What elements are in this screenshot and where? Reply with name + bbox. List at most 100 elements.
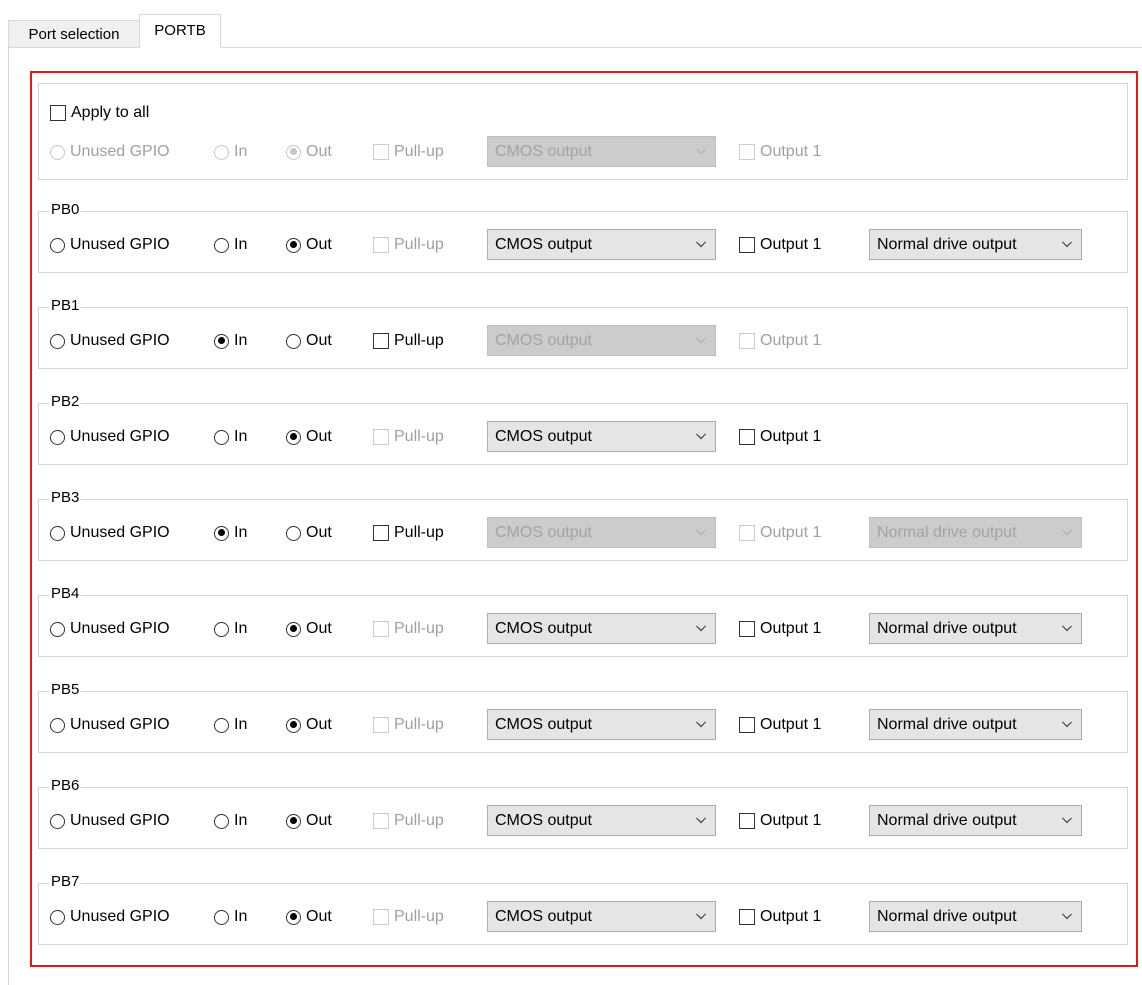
apply-output1-checkbox[interactable]: Output 1: [739, 143, 821, 161]
pin-group-pb3: PB3 Unused GPIO In Out Pull-up CMOS output Out…: [38, 489, 1128, 561]
pullup-label: Pull-up: [394, 332, 444, 349]
radio-circle: [286, 909, 301, 925]
output-type-select[interactable]: CMOS output: [487, 229, 716, 260]
out-radio[interactable]: Out: [286, 812, 332, 830]
unused-gpio-radio[interactable]: Unused GPIO: [50, 236, 170, 254]
unused-gpio-radio[interactable]: Unused GPIO: [50, 620, 170, 638]
radio-circle: [214, 525, 229, 541]
select-value: CMOS output: [495, 142, 592, 160]
pullup-checkbox[interactable]: Pull-up: [373, 428, 444, 446]
select-value: Normal drive output: [877, 619, 1017, 637]
chevron-down-icon: [696, 527, 706, 537]
in-radio[interactable]: In: [214, 332, 247, 350]
output1-checkbox[interactable]: Output 1: [739, 524, 821, 542]
output1-label: Output 1: [760, 620, 822, 637]
pin-name: PB1: [49, 297, 82, 315]
apply-all-group: Apply to all Unused GPIO In Out Pull-up …: [38, 83, 1128, 180]
out-radio[interactable]: Out: [286, 524, 332, 542]
unused-gpio-radio[interactable]: Unused GPIO: [50, 908, 170, 926]
select-value: Normal drive output: [877, 907, 1017, 925]
pin-name: PB3: [49, 489, 82, 507]
output-type-select[interactable]: CMOS output: [487, 517, 716, 548]
out-radio[interactable]: Out: [286, 716, 332, 734]
select-value: CMOS output: [495, 811, 592, 829]
out-radio[interactable]: Out: [286, 620, 332, 638]
tab-bar: Port selection PORTB: [0, 0, 1142, 48]
in-label: In: [234, 812, 248, 829]
drive-select[interactable]: Normal drive output: [869, 805, 1082, 836]
checkbox-box: [739, 621, 755, 637]
unused-gpio-radio[interactable]: Unused GPIO: [50, 332, 170, 350]
tab-port-selection[interactable]: Port selection: [8, 20, 140, 48]
pullup-label: Pull-up: [394, 620, 444, 637]
apply-pullup-checkbox[interactable]: Pull-up: [373, 143, 444, 161]
tab-portb[interactable]: PORTB: [139, 14, 221, 48]
checkbox-box: [373, 717, 389, 733]
select-value: Normal drive output: [877, 235, 1017, 253]
unused-gpio-radio[interactable]: Unused GPIO: [50, 812, 170, 830]
pullup-checkbox[interactable]: Pull-up: [373, 332, 444, 350]
output1-label: Output 1: [760, 143, 822, 160]
drive-select[interactable]: Normal drive output: [869, 613, 1082, 644]
select-value: CMOS output: [495, 619, 592, 637]
radio-circle: [214, 333, 229, 349]
in-label: In: [234, 428, 248, 445]
output1-checkbox[interactable]: Output 1: [739, 812, 821, 830]
radio-circle: [50, 429, 65, 445]
apply-in-radio[interactable]: In: [214, 143, 247, 161]
apply-output-type-select[interactable]: CMOS output: [487, 136, 716, 167]
output-type-select[interactable]: CMOS output: [487, 709, 716, 740]
in-radio[interactable]: In: [214, 716, 247, 734]
pullup-checkbox[interactable]: Pull-up: [373, 524, 444, 542]
output-type-select[interactable]: CMOS output: [487, 421, 716, 452]
output-type-select[interactable]: CMOS output: [487, 613, 716, 644]
pin-group-pb0: PB0 Unused GPIO In Out Pull-up CMOS output Out…: [38, 201, 1128, 273]
output1-checkbox[interactable]: Output 1: [739, 620, 821, 638]
pullup-checkbox[interactable]: Pull-up: [373, 716, 444, 734]
in-radio[interactable]: In: [214, 524, 247, 542]
out-radio[interactable]: Out: [286, 908, 332, 926]
drive-select[interactable]: Normal drive output: [869, 901, 1082, 932]
in-radio[interactable]: In: [214, 620, 247, 638]
output1-checkbox[interactable]: Output 1: [739, 332, 821, 350]
radio-circle: [50, 333, 65, 349]
unused-gpio-radio[interactable]: Unused GPIO: [50, 428, 170, 446]
in-radio[interactable]: In: [214, 428, 247, 446]
out-radio[interactable]: Out: [286, 236, 332, 254]
output1-checkbox[interactable]: Output 1: [739, 236, 821, 254]
output-type-select[interactable]: CMOS output: [487, 325, 716, 356]
out-radio[interactable]: Out: [286, 428, 332, 446]
output1-checkbox[interactable]: Output 1: [739, 428, 821, 446]
radio-circle: [214, 909, 229, 925]
checkbox-box: [373, 333, 389, 349]
out-radio[interactable]: Out: [286, 332, 332, 350]
checkbox-box: [373, 621, 389, 637]
in-radio[interactable]: In: [214, 236, 247, 254]
pullup-checkbox[interactable]: Pull-up: [373, 620, 444, 638]
drive-select[interactable]: Normal drive output: [869, 517, 1082, 548]
output1-checkbox[interactable]: Output 1: [739, 908, 821, 926]
out-label: Out: [306, 716, 332, 733]
unused-gpio-radio[interactable]: Unused GPIO: [50, 524, 170, 542]
in-radio[interactable]: In: [214, 812, 247, 830]
pullup-label: Pull-up: [394, 236, 444, 253]
chevron-down-icon: [1062, 911, 1072, 921]
unused-gpio-radio[interactable]: Unused GPIO: [50, 716, 170, 734]
output1-checkbox[interactable]: Output 1: [739, 716, 821, 734]
output-type-select[interactable]: CMOS output: [487, 805, 716, 836]
pin-group-pb1: PB1 Unused GPIO In Out Pull-up CMOS output Out…: [38, 297, 1128, 369]
pullup-checkbox[interactable]: Pull-up: [373, 908, 444, 926]
drive-select[interactable]: Normal drive output: [869, 229, 1082, 260]
apply-to-all-checkbox[interactable]: Apply to all: [50, 104, 149, 122]
in-radio[interactable]: In: [214, 908, 247, 926]
apply-out-radio[interactable]: Out: [286, 143, 332, 161]
pullup-label: Pull-up: [394, 812, 444, 829]
pullup-label: Pull-up: [394, 524, 444, 541]
drive-select[interactable]: Normal drive output: [869, 709, 1082, 740]
output-type-select[interactable]: CMOS output: [487, 901, 716, 932]
apply-unused-radio[interactable]: Unused GPIO: [50, 143, 170, 161]
pullup-checkbox[interactable]: Pull-up: [373, 236, 444, 254]
pullup-checkbox[interactable]: Pull-up: [373, 812, 444, 830]
checkbox-box: [373, 525, 389, 541]
out-label: Out: [306, 908, 332, 925]
